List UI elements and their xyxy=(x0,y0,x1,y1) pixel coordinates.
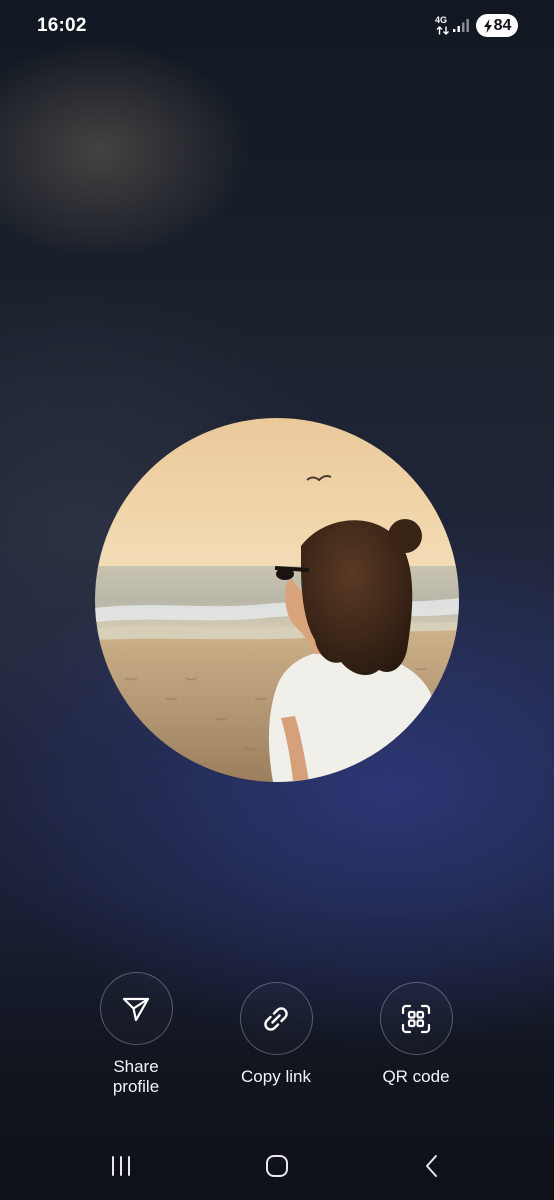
send-icon xyxy=(122,997,150,1021)
copy-link-circle[interactable] xyxy=(239,982,313,1055)
qr-code-button[interactable]: QR code xyxy=(346,982,486,1087)
back-icon xyxy=(426,1155,437,1177)
copy-link-label: Copy link xyxy=(241,1067,311,1086)
network-indicator: 4G xyxy=(435,15,451,37)
status-time: 16:02 xyxy=(37,15,87,36)
network-arrows-icon xyxy=(436,26,449,35)
network-type-label: 4G xyxy=(435,15,448,25)
signal-icon xyxy=(453,19,469,32)
home-icon xyxy=(266,1155,288,1177)
qr-code-label: QR code xyxy=(382,1067,450,1086)
copy-link-button[interactable]: Copy link xyxy=(206,982,346,1087)
profile-avatar[interactable] xyxy=(95,418,459,782)
back-button[interactable] xyxy=(412,1148,452,1184)
battery-indicator: 84 xyxy=(476,14,518,37)
profile-photo xyxy=(95,418,459,782)
share-profile-circle[interactable] xyxy=(99,972,173,1045)
share-profile-button[interactable]: Share profile xyxy=(66,972,206,1097)
home-button[interactable] xyxy=(257,1148,297,1184)
share-profile-label: Share profile xyxy=(112,1057,160,1096)
qr-code-circle[interactable] xyxy=(379,982,453,1055)
recent-apps-icon xyxy=(112,1156,130,1176)
status-bar: 16:02 4G 84 xyxy=(0,0,554,52)
recent-apps-button[interactable] xyxy=(101,1148,141,1184)
qr-scan-icon xyxy=(401,1004,431,1033)
battery-level: 84 xyxy=(493,16,512,34)
link-icon xyxy=(264,1006,288,1031)
charging-bolt-icon xyxy=(483,18,492,33)
